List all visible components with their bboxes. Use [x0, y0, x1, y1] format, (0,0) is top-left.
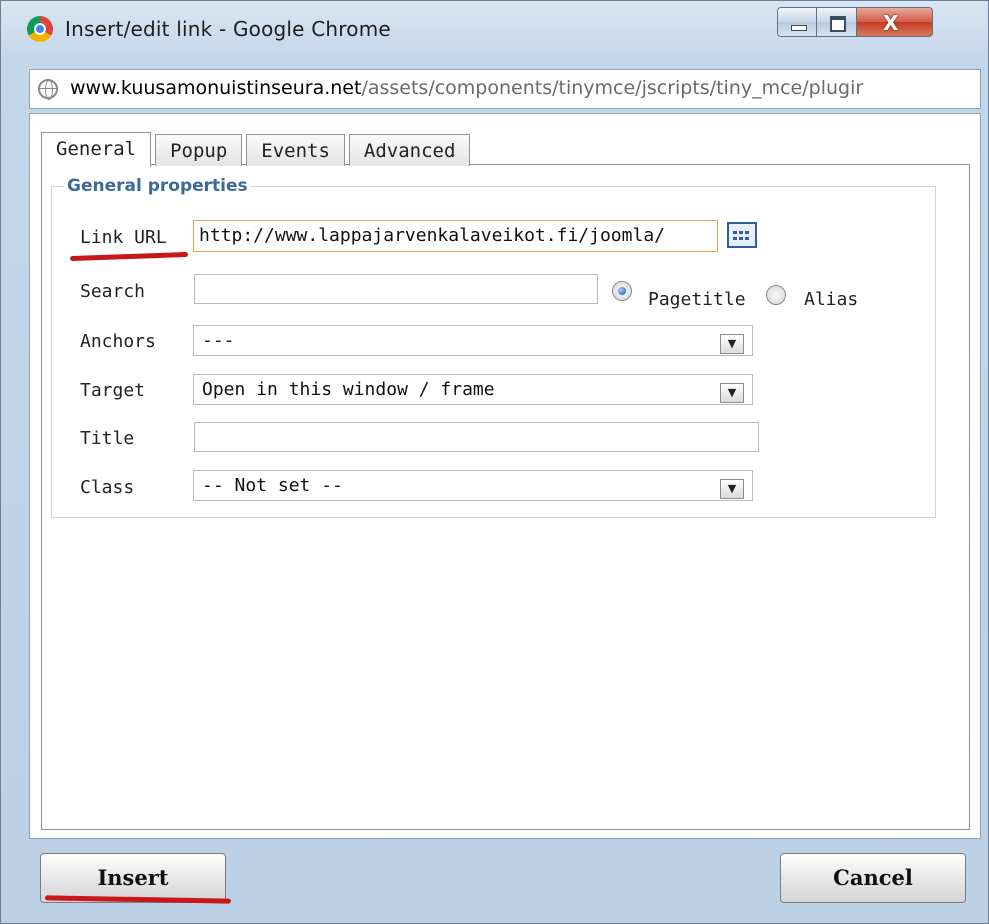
tab-general[interactable]: General: [41, 132, 152, 167]
search-input[interactable]: [194, 274, 598, 304]
cancel-button[interactable]: Cancel: [780, 853, 966, 903]
target-label: Target: [80, 380, 146, 401]
url-path: /assets/components/tinymce/jscripts/tiny…: [361, 77, 864, 99]
link-url-label: Link URL: [80, 227, 167, 248]
window-title: Insert/edit link - Google Chrome: [65, 17, 391, 41]
target-select[interactable]: Open in this window / frame: [193, 374, 753, 405]
tab-advanced[interactable]: Advanced: [348, 134, 471, 166]
fieldset-legend: General properties: [64, 176, 251, 196]
address-bar[interactable]: www.kuusamonuistinseura.net/assets/compo…: [29, 69, 981, 109]
tab-bar: General Popup Events Advanced: [41, 132, 474, 167]
anchors-select[interactable]: ---: [193, 325, 753, 356]
class-select[interactable]: -- Not set --: [193, 470, 753, 501]
search-label: Search: [80, 281, 146, 302]
pagetitle-label: Pagetitle: [648, 289, 746, 310]
minimize-button[interactable]: [777, 7, 817, 37]
dialog-content: General Popup Events Advanced General pr…: [29, 113, 981, 839]
class-select-arrow-icon[interactable]: ▼: [720, 479, 744, 499]
maximize-button[interactable]: [817, 7, 857, 37]
alias-radio[interactable]: [766, 285, 786, 305]
class-label: Class: [80, 477, 135, 498]
title-bar[interactable]: Insert/edit link - Google Chrome X: [1, 1, 989, 59]
address-url[interactable]: www.kuusamonuistinseura.net/assets/compo…: [70, 77, 976, 99]
window-controls: X: [777, 7, 933, 41]
chrome-logo-icon: [27, 16, 53, 42]
alias-label: Alias: [804, 289, 859, 310]
close-button[interactable]: X: [857, 7, 933, 37]
minimize-icon: [791, 25, 807, 31]
title-input[interactable]: [194, 422, 759, 452]
pagetitle-radio[interactable]: [612, 281, 632, 301]
url-host: www.kuusamonuistinseura.net: [70, 77, 362, 99]
globe-icon: [38, 79, 58, 100]
close-icon: X: [883, 11, 899, 35]
maximize-icon: [830, 16, 846, 32]
tab-popup[interactable]: Popup: [155, 134, 243, 166]
browse-icon[interactable]: [727, 222, 757, 248]
anchors-label: Anchors: [80, 331, 156, 352]
link-url-input[interactable]: http://www.lappajarvenkalaveikot.fi/joom…: [193, 220, 718, 252]
browser-window: Insert/edit link - Google Chrome X www.k…: [0, 0, 989, 924]
title-label: Title: [80, 428, 135, 449]
tab-events[interactable]: Events: [246, 134, 345, 166]
anchors-select-arrow-icon[interactable]: ▼: [720, 334, 744, 354]
target-select-arrow-icon[interactable]: ▼: [720, 383, 744, 403]
